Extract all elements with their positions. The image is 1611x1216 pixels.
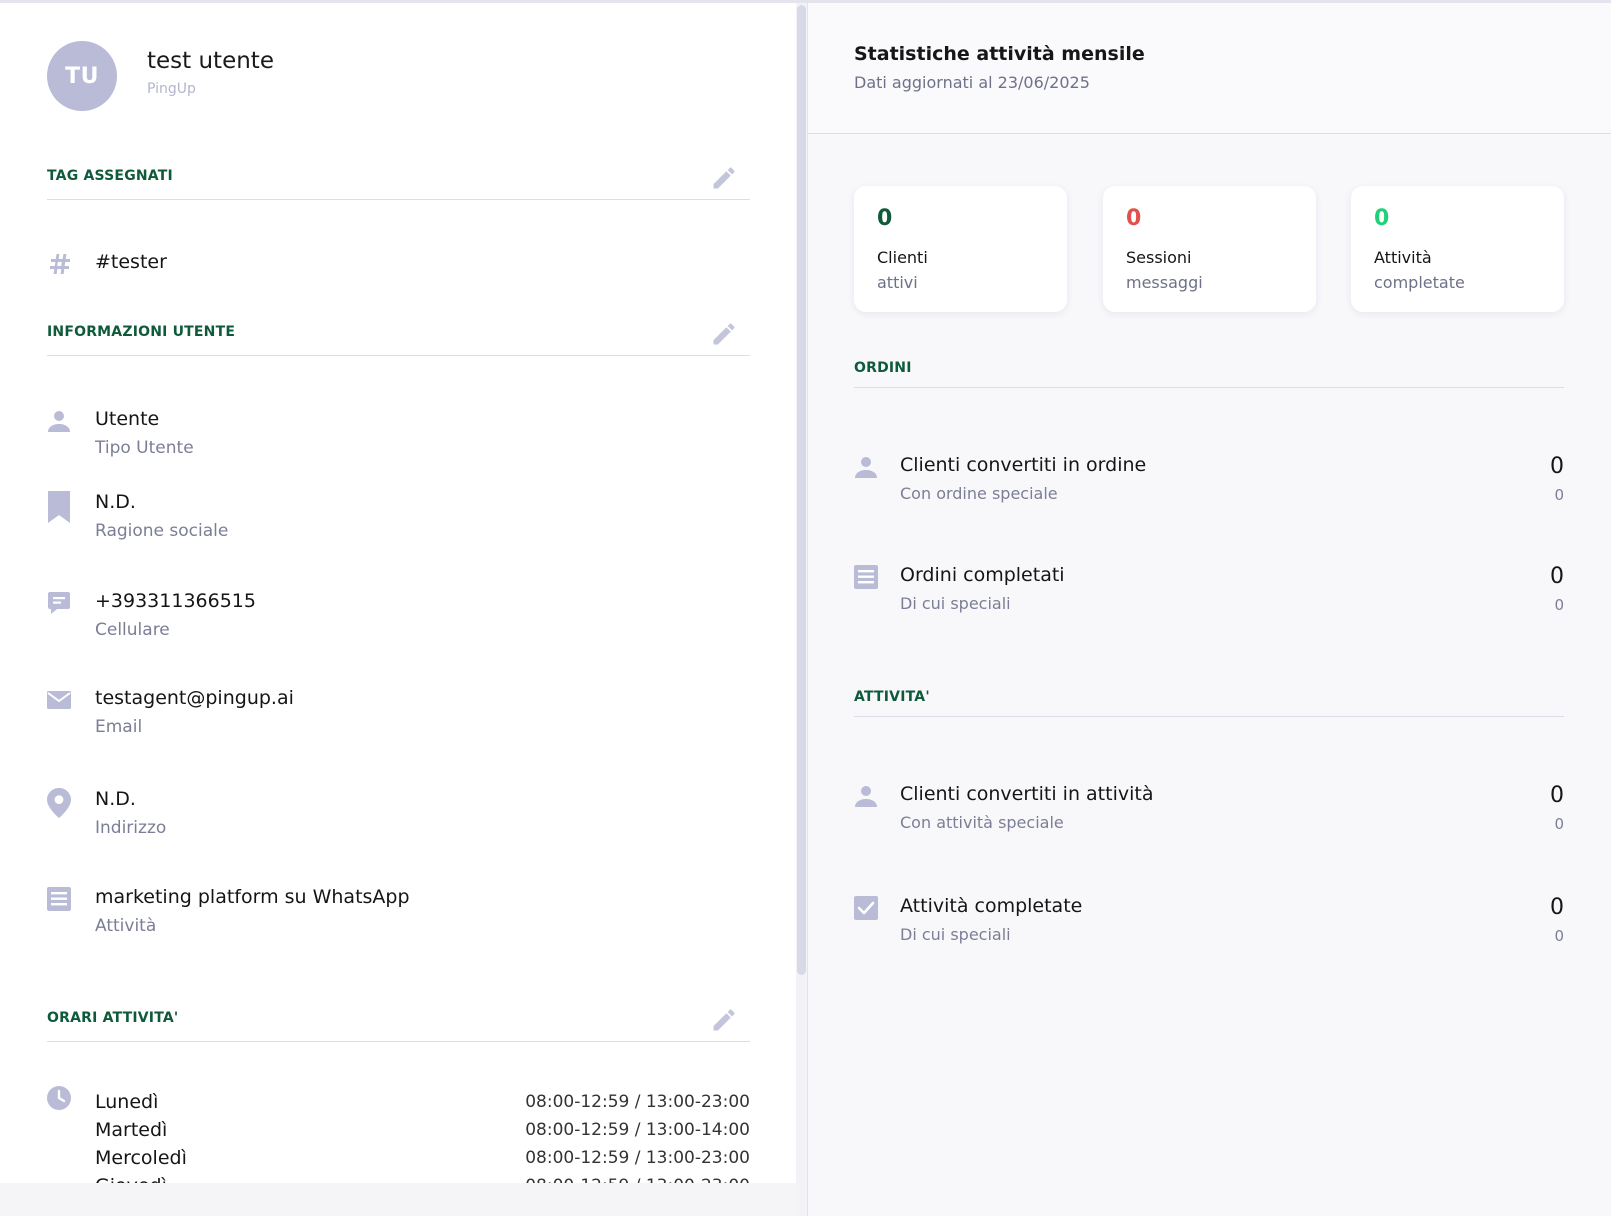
stat-card-sessions: 0 Sessioni messaggi xyxy=(1103,186,1316,312)
stat-card-clients: 0 Clienti attivi xyxy=(854,186,1067,312)
pencil-icon xyxy=(713,323,735,345)
stat-row-sub-value: 0 xyxy=(1554,927,1564,945)
mail-icon xyxy=(47,691,71,709)
stat-row-value: 0 xyxy=(1550,783,1564,808)
hours-time: 08:00-12:59 / 13:00-14:00 xyxy=(525,1120,750,1140)
profile-company: PingUp xyxy=(147,81,196,97)
tags-section-header: TAG ASSEGNATI xyxy=(47,160,750,200)
list-icon xyxy=(47,887,71,911)
stat-row-value: 0 xyxy=(1550,564,1564,589)
stat-row-sub: Con ordine speciale xyxy=(900,484,1058,503)
pencil-icon xyxy=(713,167,735,189)
info-value: testagent@pingup.ai xyxy=(95,687,294,709)
hours-day: Giovedì xyxy=(95,1174,167,1183)
person-icon xyxy=(48,411,70,432)
stat-card-sub: completate xyxy=(1374,273,1465,292)
section-title: ATTIVITA' xyxy=(854,689,930,705)
hours-row: Giovedì 08:00-12:59 / 13:00-23:00 xyxy=(95,1174,750,1183)
stats-panel: Statistiche attività mensile Dati aggior… xyxy=(808,3,1611,1216)
stat-card-activities: 0 Attività completate xyxy=(1351,186,1564,312)
stat-row-title: Attività completate xyxy=(900,895,1083,917)
orders-completed: Ordini completati Di cui speciali 0 0 xyxy=(854,564,1564,624)
pencil-icon xyxy=(713,1009,735,1031)
edit-user-info-button[interactable] xyxy=(710,320,738,348)
orders-section-header: ORDINI xyxy=(854,358,1564,388)
stat-row-sub: Con attività speciale xyxy=(900,813,1064,832)
edit-tags-button[interactable] xyxy=(710,164,738,192)
stat-card-sub: messaggi xyxy=(1126,273,1203,292)
info-value: N.D. xyxy=(95,788,136,810)
stat-row-sub: Di cui speciali xyxy=(900,594,1011,613)
section-title: ORARI ATTIVITA' xyxy=(47,1010,179,1026)
hours-time: 08:00-12:59 / 13:00-23:00 xyxy=(525,1174,750,1183)
list-icon xyxy=(854,565,878,589)
stat-row-title: Ordini completati xyxy=(900,564,1065,586)
stats-header: Statistiche attività mensile Dati aggior… xyxy=(808,3,1611,134)
stat-row-title: Clienti convertiti in attività xyxy=(900,783,1154,805)
stat-row-title: Clienti convertiti in ordine xyxy=(900,454,1147,476)
hours-day: Mercoledì xyxy=(95,1147,187,1169)
stat-card-value: 0 xyxy=(1374,206,1390,231)
chat-icon xyxy=(48,592,70,614)
location-pin-icon xyxy=(47,788,71,818)
activities-section-header: ATTIVITA' xyxy=(854,687,1564,717)
hours-day: Lunedì xyxy=(95,1091,159,1113)
section-title: TAG ASSEGNATI xyxy=(47,168,173,184)
activities-clients-converted: Clienti convertiti in attività Con attiv… xyxy=(854,783,1564,843)
stat-card-value: 0 xyxy=(1126,206,1142,231)
avatar: TU xyxy=(47,41,117,111)
info-value: marketing platform su WhatsApp xyxy=(95,886,410,908)
scrollbar-thumb[interactable] xyxy=(797,5,806,975)
info-label: Indirizzo xyxy=(95,818,167,838)
section-title: ORDINI xyxy=(854,360,912,376)
stats-title: Statistiche attività mensile xyxy=(854,43,1145,65)
info-label: Email xyxy=(95,717,143,737)
user-detail-panel: TU test utente PingUp TAG ASSEGNATI #tes… xyxy=(0,3,796,1183)
stat-card-label: Clienti xyxy=(877,248,928,267)
profile-header: TU test utente PingUp xyxy=(47,41,274,111)
stat-row-sub: Di cui speciali xyxy=(900,925,1011,944)
person-icon xyxy=(855,786,877,807)
checkbox-icon xyxy=(854,896,878,920)
hash-icon xyxy=(50,254,70,274)
section-title: INFORMAZIONI UTENTE xyxy=(47,324,236,340)
activities-completed: Attività completate Di cui speciali 0 0 xyxy=(854,895,1564,955)
stat-row-sub-value: 0 xyxy=(1554,596,1564,614)
hours-row: Mercoledì 08:00-12:59 / 13:00-23:00 xyxy=(95,1146,750,1174)
stat-row-value: 0 xyxy=(1550,454,1564,479)
info-value: Utente xyxy=(95,408,160,430)
hours-section-header: ORARI ATTIVITA' xyxy=(47,1002,750,1042)
person-icon xyxy=(855,457,877,478)
hours-row: Martedì 08:00-12:59 / 13:00-14:00 xyxy=(95,1118,750,1146)
user-info-section-header: INFORMAZIONI UTENTE xyxy=(47,316,750,356)
stat-row-value: 0 xyxy=(1550,895,1564,920)
stat-card-label: Sessioni xyxy=(1126,248,1192,267)
hours-row: Lunedì 08:00-12:59 / 13:00-23:00 xyxy=(95,1090,750,1118)
bookmark-icon xyxy=(48,491,70,523)
left-panel-footer xyxy=(0,1183,796,1216)
clock-icon xyxy=(47,1086,71,1110)
hours-day: Martedì xyxy=(95,1119,168,1141)
stat-card-sub: attivi xyxy=(877,273,918,292)
info-value: +393311366515 xyxy=(95,590,256,612)
stat-card-label: Attività xyxy=(1374,248,1432,267)
tag-label: #tester xyxy=(95,251,167,273)
info-label: Tipo Utente xyxy=(95,438,194,458)
opening-hours: Lunedì 08:00-12:59 / 13:00-23:00 Martedì… xyxy=(47,1086,750,1183)
profile-name: test utente xyxy=(147,48,274,74)
stat-cards: 0 Clienti attivi 0 Sessioni messaggi 0 A… xyxy=(854,186,1564,312)
info-label: Cellulare xyxy=(95,620,170,640)
stats-updated: Dati aggiornati al 23/06/2025 xyxy=(854,73,1090,92)
edit-hours-button[interactable] xyxy=(710,1006,738,1034)
stat-row-sub-value: 0 xyxy=(1554,815,1564,833)
orders-clients-converted: Clienti convertiti in ordine Con ordine … xyxy=(854,454,1564,514)
hours-time: 08:00-12:59 / 13:00-23:00 xyxy=(525,1148,750,1168)
stat-row-sub-value: 0 xyxy=(1554,486,1564,504)
hours-time: 08:00-12:59 / 13:00-23:00 xyxy=(525,1092,750,1112)
info-label: Attività xyxy=(95,916,157,936)
stat-card-value: 0 xyxy=(877,206,893,231)
info-value: N.D. xyxy=(95,491,136,513)
info-label: Ragione sociale xyxy=(95,521,229,541)
